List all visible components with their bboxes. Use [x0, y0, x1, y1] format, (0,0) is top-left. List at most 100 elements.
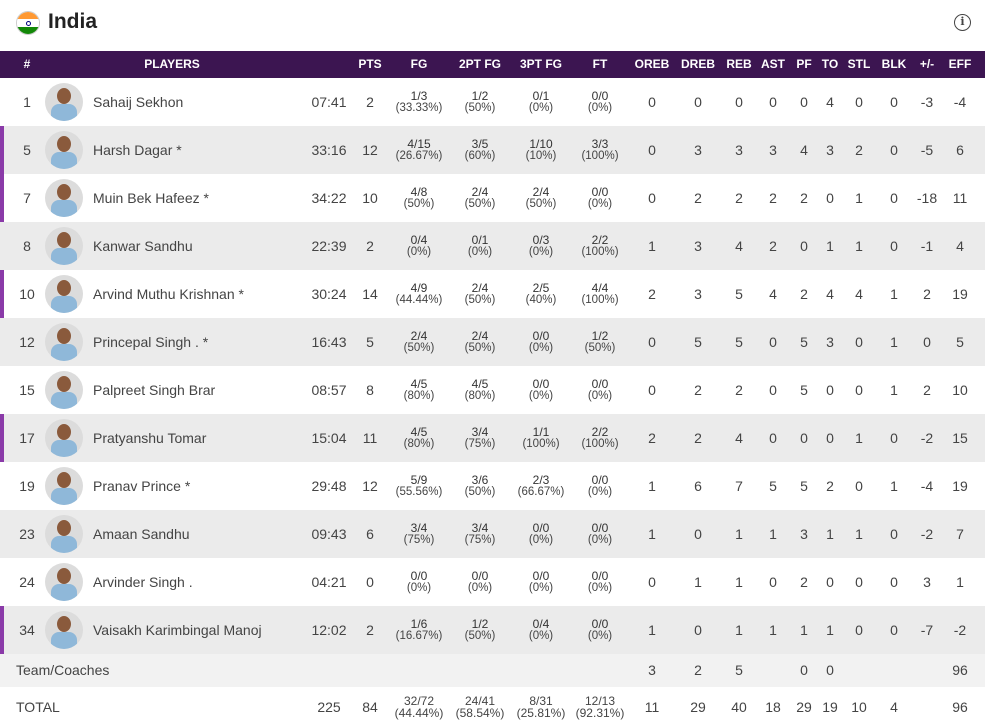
- total-ft-pct: (92.31%): [575, 706, 625, 720]
- total-fg2-pct: (58.54%): [455, 706, 505, 720]
- stat-eff: 7: [956, 526, 964, 542]
- column-header-fg3[interactable]: 3PT FG: [511, 51, 571, 78]
- player-name[interactable]: Vaisakh Karimbingal Manoj: [93, 606, 298, 654]
- stat-ft-made: 0/0: [591, 617, 609, 631]
- avatar-head: [57, 280, 71, 296]
- stat-stl: 0: [855, 94, 863, 110]
- stat-fg2: 3/6 (50%): [449, 462, 511, 510]
- stat-fg2: 3/4 (75%): [449, 414, 511, 462]
- stat-pm: -4: [920, 478, 934, 494]
- stat-fg3-made: 0/0: [532, 521, 550, 535]
- avatar-jersey: [51, 296, 77, 313]
- avatar-jersey: [51, 584, 77, 601]
- column-header-eff[interactable]: EFF: [943, 51, 977, 78]
- avatar-head: [57, 184, 71, 200]
- player-minutes: 04:21: [311, 574, 347, 590]
- player-name[interactable]: Arvind Muthu Krishnan *: [93, 270, 298, 318]
- stat-eff: 19: [952, 478, 968, 494]
- column-header-dreb[interactable]: DREB: [678, 51, 718, 78]
- table-row[interactable]: 34 Vaisakh Karimbingal Manoj 12:02 2 1/6 (16.…: [0, 606, 985, 654]
- column-header-name[interactable]: PLAYERS: [72, 51, 272, 78]
- team-coaches-label: Team/Coaches: [16, 662, 110, 678]
- column-header-fg2[interactable]: 2PT FG: [452, 51, 508, 78]
- stat-to: 3: [826, 334, 834, 350]
- stat-fg2: 2/4 (50%): [449, 318, 511, 366]
- stat-fg3-pct: (0%): [528, 630, 554, 642]
- stat-fg2: 3/5 (60%): [449, 126, 511, 174]
- stat-fg: 0/0 (0%): [388, 558, 450, 606]
- stat-fg2-made: 1/2: [471, 89, 489, 103]
- stat-fg3-pct: (0%): [528, 102, 554, 114]
- player-minutes: 22:39: [311, 238, 347, 254]
- column-header-pm[interactable]: +/-: [911, 51, 943, 78]
- stat-fg-pct: (44.44%): [395, 294, 443, 306]
- stat-fg2-made: 3/5: [471, 137, 489, 151]
- table-row[interactable]: 15 Palpreet Singh Brar 08:57 8 4/5 (80%) 4/5 (8…: [0, 366, 985, 414]
- column-header-stl[interactable]: STL: [844, 51, 874, 78]
- column-header-to[interactable]: TO: [817, 51, 843, 78]
- player-number: 19: [19, 478, 35, 494]
- total-stl: 10: [851, 699, 867, 715]
- stat-fg2-made: 0/1: [471, 233, 489, 247]
- column-header-reb[interactable]: REB: [722, 51, 756, 78]
- stat-ft-pct: (0%): [587, 582, 613, 594]
- stat-pm: -2: [920, 526, 934, 542]
- player-name[interactable]: Arvinder Singh .: [93, 558, 298, 606]
- column-header-num[interactable]: #: [7, 51, 47, 78]
- table-row[interactable]: 19 Pranav Prince * 29:48 12 5/9 (55.56%) 3/6 (5…: [0, 462, 985, 510]
- stat-reb: 1: [735, 574, 743, 590]
- column-header-oreb[interactable]: OREB: [632, 51, 672, 78]
- stat-pf: 3: [800, 526, 808, 542]
- stat-blk: 0: [890, 142, 898, 158]
- stat-fg2-made: 3/6: [471, 473, 489, 487]
- table-row[interactable]: 7 Muin Bek Hafeez * 34:22 10 4/8 (50%) 2/4 (50%…: [0, 174, 985, 222]
- player-number: 8: [23, 238, 31, 254]
- column-header-blk[interactable]: BLK: [877, 51, 911, 78]
- avatar-jersey: [51, 440, 77, 457]
- stat-ft: 0/0 (0%): [569, 174, 631, 222]
- table-row[interactable]: 12 Princepal Singh . * 16:43 5 2/4 (50%) 2/4 (5…: [0, 318, 985, 366]
- player-name[interactable]: Sahaij Sekhon: [93, 78, 298, 126]
- table-row[interactable]: 5 Harsh Dagar * 33:16 12 4/15 (26.67%) 3/5 (60%…: [0, 126, 985, 174]
- column-header-pf[interactable]: PF: [790, 51, 818, 78]
- total-to: 19: [822, 699, 838, 715]
- player-name[interactable]: Kanwar Sandhu: [93, 222, 298, 270]
- player-name[interactable]: Palpreet Singh Brar: [93, 366, 298, 414]
- column-header-pts[interactable]: PTS: [353, 51, 387, 78]
- table-row[interactable]: 1 Sahaij Sekhon 07:41 2 1/3 (33.33%) 1/2 (50%) 0…: [0, 78, 985, 126]
- player-minutes: 30:24: [311, 286, 347, 302]
- stat-eff: 15: [952, 430, 968, 446]
- stat-reb: 2: [735, 190, 743, 206]
- table-row[interactable]: 17 Pratyanshu Tomar 15:04 11 4/5 (80%) 3/4 (75%…: [0, 414, 985, 462]
- stat-dreb: 3: [694, 238, 702, 254]
- stat-pts: 0: [366, 574, 374, 590]
- table-row[interactable]: 24 Arvinder Singh . 04:21 0 0/0 (0%) 0/0 (0%) 0/…: [0, 558, 985, 606]
- column-header-ast[interactable]: AST: [758, 51, 788, 78]
- column-header-ft[interactable]: FT: [572, 51, 628, 78]
- stat-fg-made: 4/5: [410, 377, 428, 391]
- avatar-head: [57, 136, 71, 152]
- total-reb: 40: [731, 699, 747, 715]
- table-row[interactable]: 8 Kanwar Sandhu 22:39 2 0/4 (0%) 0/1 (0%) 0/3 (0%…: [0, 222, 985, 270]
- info-icon[interactable]: i: [954, 14, 971, 31]
- team-coaches-row: Team/Coaches 3 2 5 0 0 96: [0, 654, 985, 687]
- stat-fg3: 0/4 (0%): [508, 606, 574, 654]
- player-name[interactable]: Amaan Sandhu: [93, 510, 298, 558]
- stat-fg: 3/4 (75%): [388, 510, 450, 558]
- table-row[interactable]: 23 Amaan Sandhu 09:43 6 3/4 (75%) 3/4 (75%) 0/0(…: [0, 510, 985, 558]
- stat-stl: 0: [855, 574, 863, 590]
- player-name[interactable]: Pratyanshu Tomar: [93, 414, 298, 462]
- player-name[interactable]: Harsh Dagar *: [93, 126, 298, 174]
- stat-stl: 1: [855, 190, 863, 206]
- stat-ft-pct: (100%): [581, 438, 619, 450]
- player-name[interactable]: Pranav Prince *: [93, 462, 298, 510]
- column-header-fg[interactable]: FG: [391, 51, 447, 78]
- stat-ft: 0/0 (0%): [569, 606, 631, 654]
- table-row[interactable]: 10 Arvind Muthu Krishnan * 30:24 14 4/9 (44.4…: [0, 270, 985, 318]
- player-name[interactable]: Princepal Singh . *: [93, 318, 298, 366]
- stat-fg-made: 4/15: [407, 137, 431, 151]
- stat-fg2-pct: (75%): [464, 438, 496, 450]
- stat-eff: 1: [956, 574, 964, 590]
- stat-blk: 0: [890, 94, 898, 110]
- player-name[interactable]: Muin Bek Hafeez *: [93, 174, 298, 222]
